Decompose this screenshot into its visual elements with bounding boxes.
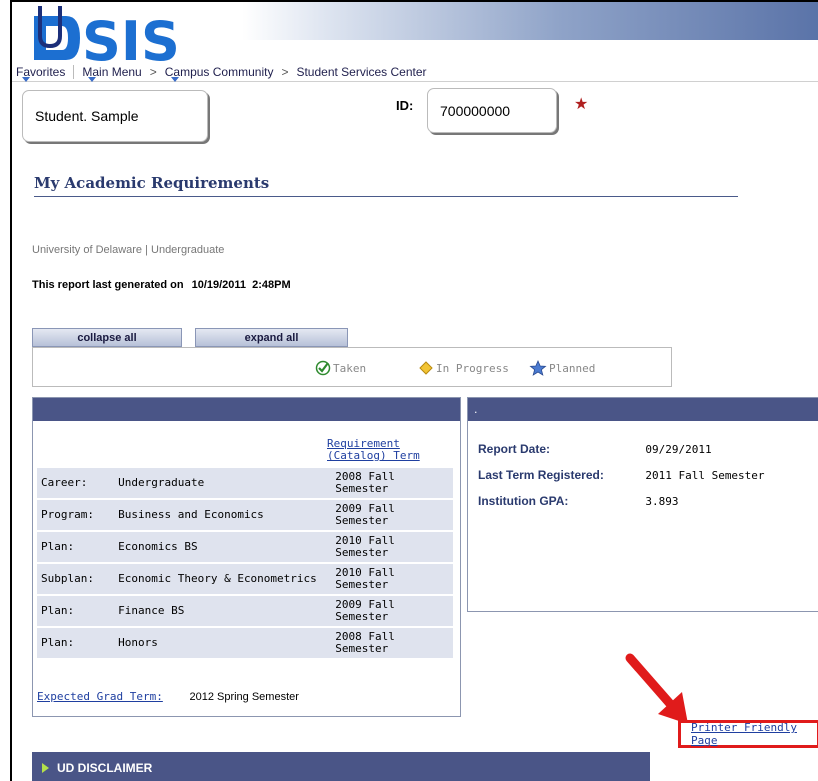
table-row: Program: Business and Economics 2009 Fall … [37, 500, 453, 530]
report-info-panel: . Report Date: 09/29/2011 Last Term Regi… [467, 397, 818, 612]
row-value: Business and Economics [114, 500, 332, 530]
report-date-label: Report Date: [478, 442, 551, 456]
student-name: Student. Sample [35, 108, 139, 124]
row-value: Finance BS [114, 596, 332, 626]
table-row: Subplan: Economic Theory & Econometrics 20… [37, 564, 453, 594]
title-divider [34, 196, 738, 197]
star-planned-icon [529, 360, 547, 376]
gpa-row: Institution GPA: 3.893 [478, 494, 678, 508]
legend-planned: Planned [529, 360, 595, 376]
student-id-box: 700000000 [427, 88, 557, 133]
student-name-box: Student. Sample [22, 90, 208, 142]
nav-divider [73, 64, 75, 79]
disclaimer-label: UD DISCLAIMER [57, 760, 153, 775]
requirements-panel: Requirement (Catalog) Term Career: Underg… [32, 397, 461, 717]
report-generated-value: 10/19/2011 2:48PM [191, 279, 291, 291]
row-term: 2008 Fall Semester [331, 628, 453, 658]
ud-disclaimer-section[interactable]: UD DISCLAIMER [32, 752, 650, 781]
row-label: Subplan: [37, 564, 115, 594]
last-term-label: Last Term Registered: [478, 468, 604, 482]
row-value: Economic Theory & Econometrics [114, 564, 332, 594]
expected-grad-term-value: 2012 Spring Semester [189, 691, 299, 703]
table-row: Career: Undergraduate 2008 Fall Semester [37, 468, 453, 498]
table-row: Plan: Finance BS 2009 Fall Semester [37, 596, 453, 626]
last-term-row: Last Term Registered: 2011 Fall Semester [478, 468, 765, 482]
row-label: Program: [37, 500, 115, 530]
nav-favorites[interactable]: Favorites [12, 65, 69, 82]
gpa-label: Institution GPA: [478, 494, 569, 508]
diamond-icon [419, 361, 433, 375]
collapse-all-button[interactable]: collapse all [32, 328, 182, 347]
report-generated-label: This report last generated on [32, 279, 184, 291]
row-value: Honors [114, 628, 332, 658]
header: SIS [12, 2, 818, 64]
legend-taken-label: Taken [333, 361, 367, 375]
legend-taken: Taken [315, 360, 366, 376]
requirement-term-link[interactable]: Requirement (Catalog) Term [327, 438, 437, 462]
row-label: Plan: [37, 596, 115, 626]
legend-in-progress: In Progress [418, 360, 509, 376]
student-id: 700000000 [440, 102, 511, 119]
report-date-value: 09/29/2011 [645, 443, 712, 456]
printer-friendly-link[interactable]: Printer Friendly Page [678, 720, 818, 748]
svg-text:SIS: SIS [82, 10, 180, 62]
nav-campus-community[interactable]: Campus Community [161, 65, 278, 82]
row-label: Plan: [37, 532, 115, 562]
legend-in-progress-label: In Progress [436, 361, 509, 375]
expand-triangle-icon [42, 762, 49, 773]
udsis-logo: SIS [34, 6, 180, 62]
row-value: Undergraduate [114, 468, 332, 498]
row-term: 2010 Fall Semester [331, 564, 453, 594]
table-row: Plan: Economics BS 2010 Fall Semester [37, 532, 453, 562]
expected-grad-term-link[interactable]: Expected Grad Term: [37, 690, 163, 703]
requirements-panel-header [33, 398, 460, 421]
report-date-row: Report Date: 09/29/2011 [478, 442, 712, 456]
gpa-value: 3.893 [645, 495, 679, 508]
app-frame: SIS Favorites Main Menu > Campus Communi… [10, 0, 818, 781]
row-value: Economics BS [114, 532, 332, 562]
row-term: 2009 Fall Semester [331, 596, 453, 626]
star-icon: ★ [574, 94, 589, 113]
report-info-header: . [468, 398, 818, 421]
breadcrumb-separator: > [281, 64, 289, 79]
table-row: Plan: Honors 2008 Fall Semester [37, 628, 453, 658]
row-term: 2009 Fall Semester [331, 500, 453, 530]
checkmark-icon [315, 360, 331, 376]
row-term: 2010 Fall Semester [331, 532, 453, 562]
row-label: Plan: [37, 628, 115, 658]
nav-main-menu[interactable]: Main Menu [78, 65, 145, 82]
breadcrumb-separator: > [149, 64, 157, 79]
page-title: My Academic Requirements [34, 174, 270, 192]
expected-grad-term: Expected Grad Term: 2012 Spring Semester [37, 690, 299, 703]
requirements-table: Career: Undergraduate 2008 Fall Semester Pr… [37, 466, 453, 660]
row-term: 2008 Fall Semester [331, 468, 453, 498]
report-generated: This report last generated on 10/19/2011 … [32, 279, 291, 291]
institution-text: University of Delaware | Undergraduate [32, 244, 225, 256]
header-gradient-strip [242, 2, 818, 40]
nav-student-services-center[interactable]: Student Services Center [292, 65, 430, 79]
status-legend: Taken In Progress Planned [32, 347, 672, 387]
legend-planned-label: Planned [549, 361, 596, 375]
breadcrumb-nav: Favorites Main Menu > Campus Community >… [12, 62, 818, 82]
id-label: ID: [396, 98, 414, 113]
last-term-value: 2011 Fall Semester [645, 469, 765, 482]
expand-all-button[interactable]: expand all [195, 328, 348, 347]
row-label: Career: [37, 468, 115, 498]
